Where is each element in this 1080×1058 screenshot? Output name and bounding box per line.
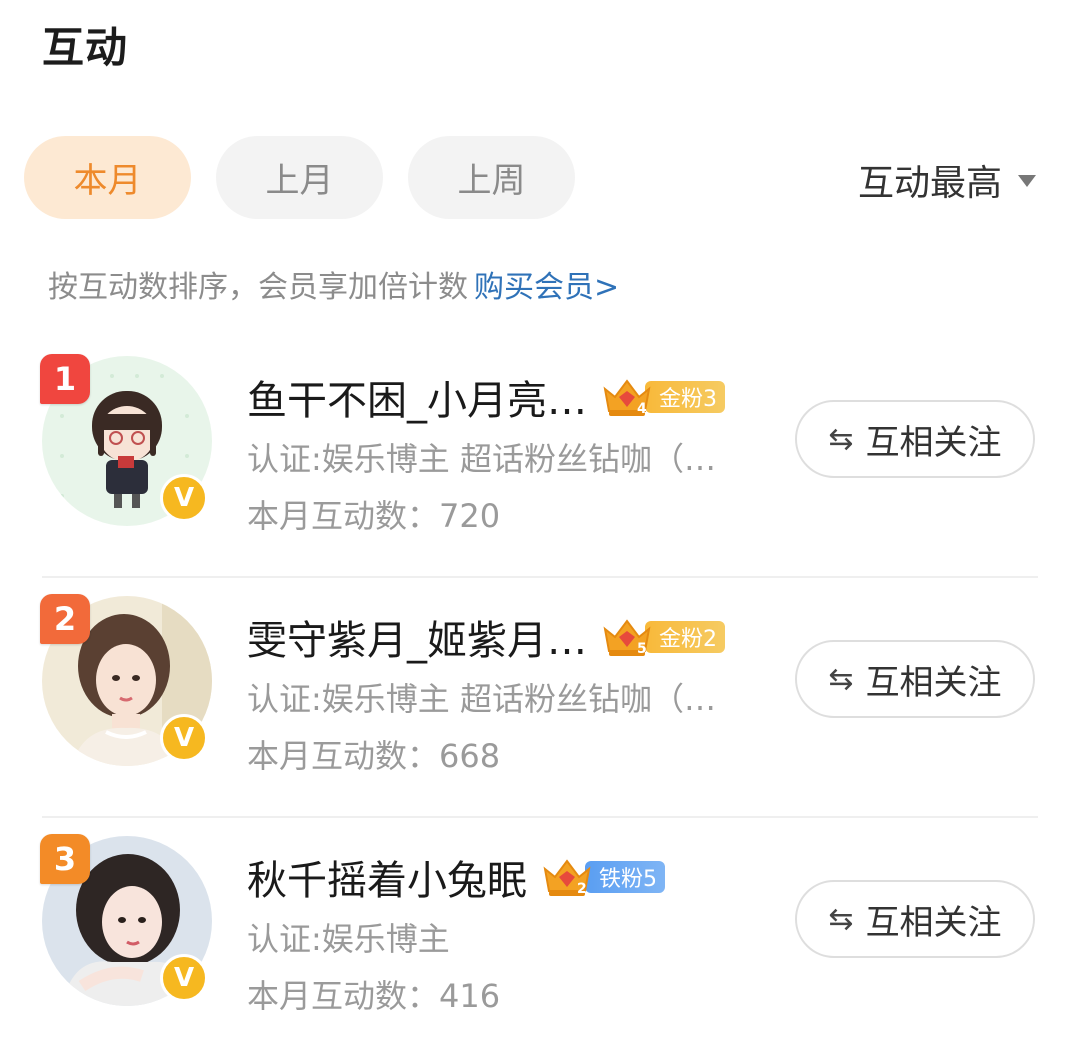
- verified-icon: V: [160, 954, 208, 1002]
- crown-icon: 4: [603, 379, 651, 417]
- buy-membership-link[interactable]: 购买会员>: [474, 270, 619, 305]
- user-name[interactable]: 雯守紫月_姬紫月…: [247, 608, 587, 666]
- hint-text: 按互动数排序，会员享加倍计数: [48, 270, 468, 305]
- follow-label: 互相关注: [865, 662, 1002, 703]
- crown-icon: 5: [603, 619, 651, 657]
- rank-badge: 2: [40, 594, 90, 644]
- rank-badge: 1: [40, 354, 90, 404]
- list-item[interactable]: 1 V 鱼干不困_小月亮… 4 金粉3 认证:娱乐博主 超话粉丝钻咖（… 本月互…: [0, 338, 1080, 578]
- list-item[interactable]: 2 V 雯守紫月_姬紫月… 5 金粉2 认证:娱乐博主 超话粉丝钻咖（… 本月互…: [0, 578, 1080, 818]
- interaction-count: 本月互动数：668: [247, 737, 501, 775]
- swap-arrows-icon: ⇆: [828, 901, 854, 937]
- verification-text: 认证:娱乐博主: [247, 920, 450, 958]
- verified-icon: V: [160, 474, 208, 522]
- svg-text:2: 2: [577, 881, 587, 897]
- sort-dropdown[interactable]: 互动最高: [858, 154, 1036, 206]
- fan-medal: 2 铁粉5: [541, 858, 665, 897]
- user-name[interactable]: 秋千摇着小兔眠: [247, 848, 527, 906]
- interaction-count: 本月互动数：720: [247, 497, 501, 535]
- fan-medal: 5 金粉2: [601, 618, 725, 657]
- interaction-count: 本月互动数：416: [247, 977, 501, 1015]
- list-item[interactable]: 3 V 秋千摇着小兔眠 2 铁粉5 认证:娱乐博主 本月互动数：416 ⇆ 互相…: [0, 818, 1080, 1058]
- verification-text: 认证:娱乐博主 超话粉丝钻咖（…: [247, 680, 716, 718]
- svg-text:5: 5: [637, 641, 647, 657]
- sort-hint: 按互动数排序，会员享加倍计数 购买会员>: [48, 262, 619, 306]
- follow-label: 互相关注: [865, 902, 1002, 943]
- verification-text: 认证:娱乐博主 超话粉丝钻咖（…: [247, 440, 716, 478]
- sort-label: 互动最高: [857, 163, 1002, 204]
- mutual-follow-button[interactable]: ⇆ 互相关注: [795, 400, 1035, 478]
- svg-text:4: 4: [637, 401, 647, 417]
- tab-last-month[interactable]: 上月: [216, 136, 383, 219]
- tab-this-month[interactable]: 本月: [24, 136, 191, 219]
- page-title: 互动: [42, 23, 129, 72]
- rank-badge: 3: [40, 834, 90, 884]
- crown-icon: 2: [543, 859, 591, 897]
- fan-medal: 4 金粉3: [601, 378, 725, 417]
- mutual-follow-button[interactable]: ⇆ 互相关注: [795, 640, 1035, 718]
- swap-arrows-icon: ⇆: [828, 661, 854, 697]
- medal-label: 金粉3: [645, 381, 725, 413]
- caret-down-icon: [1018, 175, 1036, 187]
- period-tabs: 本月 上月 上周: [24, 136, 575, 219]
- medal-label: 铁粉5: [585, 861, 665, 893]
- follow-label: 互相关注: [865, 422, 1002, 463]
- medal-label: 金粉2: [645, 621, 725, 653]
- user-name[interactable]: 鱼干不困_小月亮…: [247, 368, 587, 426]
- mutual-follow-button[interactable]: ⇆ 互相关注: [795, 880, 1035, 958]
- verified-icon: V: [160, 714, 208, 762]
- tab-last-week[interactable]: 上周: [408, 136, 575, 219]
- swap-arrows-icon: ⇆: [828, 421, 854, 457]
